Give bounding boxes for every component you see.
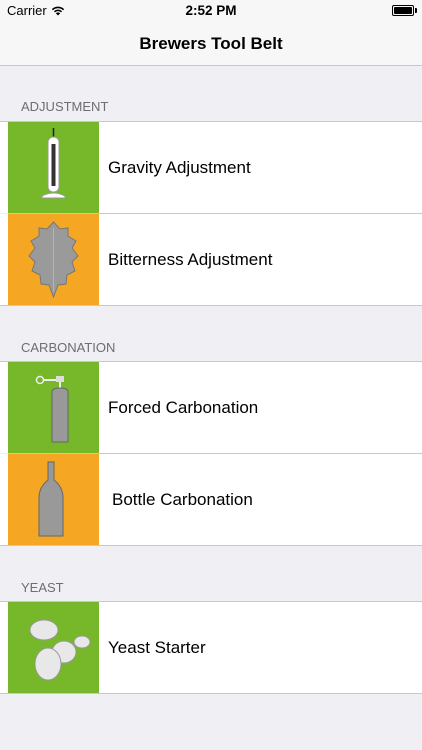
navigation-bar: Brewers Tool Belt — [0, 22, 422, 66]
list-item-yeast-starter[interactable]: Yeast Starter — [0, 602, 422, 693]
battery-tip — [415, 8, 417, 13]
co2-tank-icon — [8, 362, 99, 453]
yeast-cells-icon — [8, 602, 99, 693]
list-item-label: Forced Carbonation — [108, 398, 259, 417]
list-item-label: Yeast Starter — [108, 638, 206, 657]
status-time: 2:52 PM — [185, 3, 237, 18]
nav-title: Brewers Tool Belt — [139, 34, 283, 53]
list-item-gravity-adjustment[interactable]: Gravity Adjustment — [0, 122, 422, 213]
hop-icon — [8, 214, 99, 305]
divider — [0, 305, 422, 306]
list-item-bitterness-adjustment[interactable]: Bitterness Adjustment — [0, 214, 422, 305]
section-header-yeast: YEAST — [21, 580, 64, 595]
list-item-label: Bottle Carbonation — [112, 490, 253, 509]
list-item-forced-carbonation[interactable]: Forced Carbonation — [0, 362, 422, 453]
list-item-label: Gravity Adjustment — [108, 158, 251, 177]
bottle-icon — [8, 454, 99, 545]
divider — [0, 545, 422, 546]
section-header-adjustment: ADJUSTMENT — [21, 99, 109, 114]
battery-icon — [392, 5, 414, 16]
hydrometer-icon — [8, 122, 99, 213]
status-bar: Carrier 2:52 PM — [0, 0, 422, 22]
list-item-label: Bitterness Adjustment — [108, 250, 273, 269]
list-item-bottle-carbonation[interactable]: Bottle Carbonation — [0, 454, 422, 545]
divider — [0, 693, 422, 694]
section-header-carbonation: CARBONATION — [21, 340, 116, 355]
